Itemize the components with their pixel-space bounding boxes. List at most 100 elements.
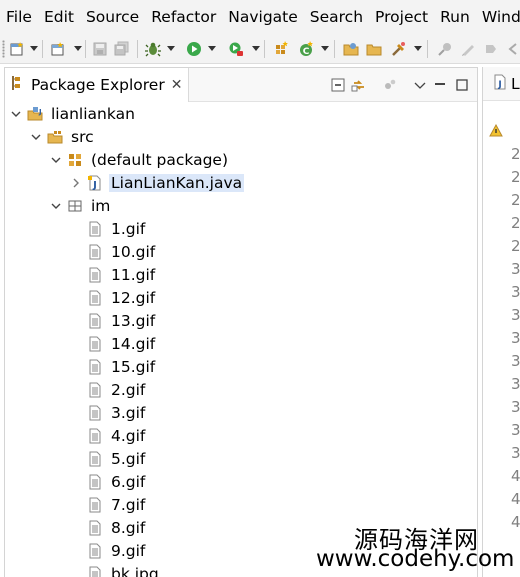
run-icon[interactable] [186,41,202,57]
tree-node-file[interactable]: 13.gif [69,309,157,332]
link-with-editor-icon[interactable] [351,77,367,93]
toolbar: C [0,34,520,64]
tree-node-im-folder[interactable]: im [49,194,112,217]
debug-icon[interactable] [145,41,161,57]
open-type-icon[interactable] [50,41,66,57]
open-dropdown-icon[interactable] [74,46,82,51]
new-package-icon[interactable] [273,41,289,57]
view-menu-icon[interactable] [412,77,428,93]
line-number: 3 [511,260,520,278]
view-header: Package Explorer ✕ [5,68,477,102]
menu-run[interactable]: Run [440,8,470,26]
tree-label: 13.gif [111,311,156,330]
toolbar-grip[interactable] [2,40,5,58]
new-class-dropdown-icon[interactable] [321,46,329,51]
tree-node-src[interactable]: src [29,125,96,148]
source-folder-icon [47,129,63,145]
pen-icon[interactable] [460,41,476,57]
line-number: 2 [511,237,520,255]
debug-dropdown-icon[interactable] [167,46,175,51]
line-number: 4 [511,490,520,508]
menu-file[interactable]: File [6,8,32,26]
tree-node-file[interactable]: 3.gif [69,401,147,424]
file-icon [87,221,103,237]
line-number: 3 [511,329,520,347]
tree-node-file[interactable]: 1.gif [69,217,147,240]
tree-node-file[interactable]: 6.gif [69,470,147,493]
back-icon[interactable] [506,41,520,57]
view-title: Package Explorer [31,76,165,94]
maximize-icon[interactable] [454,77,470,93]
focus-icon[interactable] [382,77,398,93]
package-folder-icon [67,198,83,214]
file-icon [87,428,103,444]
chevron-down-icon[interactable] [29,130,43,144]
chevron-down-icon[interactable] [9,107,23,121]
tree-node-project[interactable]: J lianliankan [9,102,137,125]
run-dropdown-icon[interactable] [208,46,216,51]
tree-node-default-package[interactable]: (default package) [49,148,230,171]
tree-node-file[interactable]: 10.gif [69,240,157,263]
open-folder-icon[interactable] [366,41,382,57]
tree-label: 11.gif [111,265,156,284]
menu-navigate[interactable]: Navigate [228,8,298,26]
file-icon [87,244,103,260]
collapse-all-icon[interactable] [330,77,346,93]
tree-node-file[interactable]: 7.gif [69,493,147,516]
menu-source[interactable]: Source [86,8,139,26]
tree-node-file[interactable]: 9.gif [69,539,147,562]
package-explorer-tab[interactable]: Package Explorer ✕ [5,68,190,102]
menu-search[interactable]: Search [310,8,363,26]
tree-node-file[interactable]: 12.gif [69,286,157,309]
toolbar-separator [334,40,335,58]
tree-node-file[interactable]: 11.gif [69,263,157,286]
line-number: 2 [511,145,520,163]
new-class-icon[interactable]: C [298,41,314,57]
menu-edit[interactable]: Edit [44,8,74,26]
next-annotation-icon[interactable] [483,41,499,57]
file-icon [87,405,103,421]
external-tools-icon[interactable] [228,41,244,57]
tree-node-file[interactable]: 8.gif [69,516,147,539]
new-icon[interactable] [9,41,25,57]
view-close-icon[interactable]: ✕ [171,77,183,93]
tree-node-file[interactable]: 4.gif [69,424,147,447]
menu-refactor[interactable]: Refactor [151,8,216,26]
new-dropdown-icon[interactable] [30,46,38,51]
save-icon[interactable] [92,41,108,57]
tree-node-file[interactable]: 15.gif [69,355,157,378]
line-number: 3 [511,444,520,462]
tree-node-file[interactable]: 2.gif [69,378,147,401]
external-tools-dropdown-icon[interactable] [252,46,260,51]
pin-icon[interactable] [437,41,453,57]
chevron-down-icon[interactable] [49,153,63,167]
toolbar-separator [427,40,428,58]
tree-label: LianLianKan.java [109,173,245,192]
tree-node-file[interactable]: 14.gif [69,332,157,355]
menu-project[interactable]: Project [375,8,428,26]
save-all-icon[interactable] [114,41,130,57]
chevron-down-icon[interactable] [49,199,63,213]
minimize-icon[interactable] [432,77,448,93]
tree-node-file[interactable]: bk.jpg [69,562,161,577]
tree-node-file[interactable]: 5.gif [69,447,147,470]
tree-label: 5.gif [111,449,146,468]
open-type-folder-icon[interactable] [343,41,359,57]
search-dropdown-icon[interactable] [414,46,422,51]
menu-window[interactable]: Windo [482,8,520,26]
search-tool-icon[interactable] [391,41,407,57]
editor-tab[interactable]: J Li [483,67,520,101]
file-icon [87,267,103,283]
file-icon [87,359,103,375]
line-number: 3 [511,421,520,439]
chevron-right-icon[interactable] [69,176,83,190]
menu-bar: File Edit Source Refactor Navigate Searc… [0,0,520,34]
file-icon [87,336,103,352]
tree-node-java-file[interactable]: J LianLianKan.java [69,171,245,194]
